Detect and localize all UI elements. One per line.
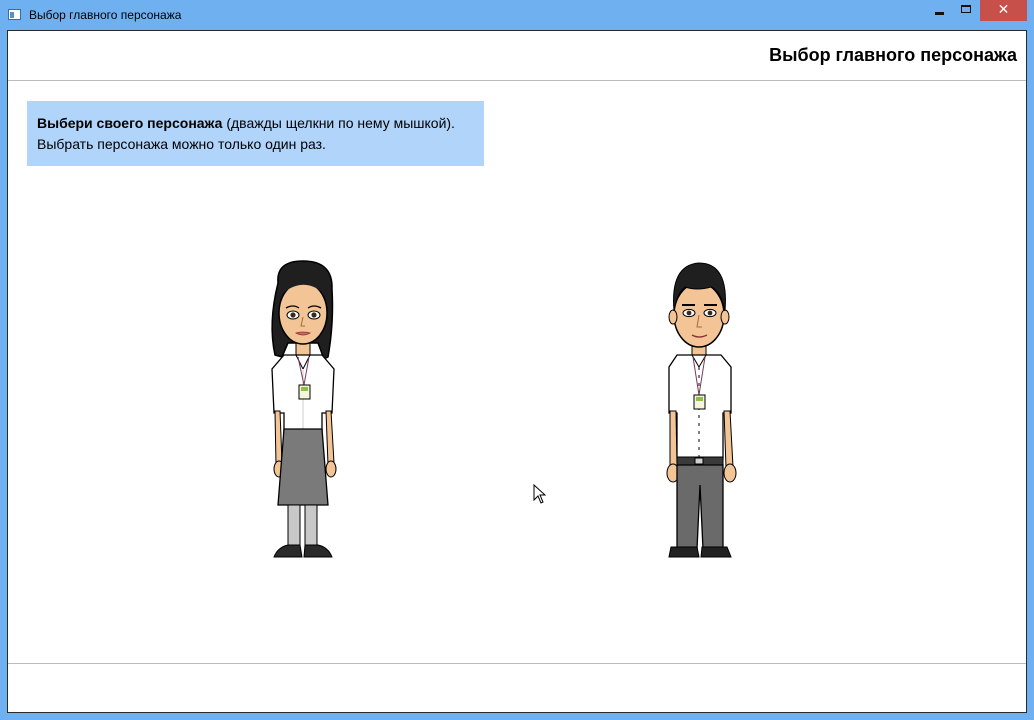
close-icon: ✕: [997, 2, 1010, 18]
female-character-icon: [271, 260, 337, 558]
app-window: Выбор главного персонажа ✕ Выбор главног…: [0, 0, 1034, 720]
main-content: Выбор главного персонажа Выбери своего п…: [7, 30, 1027, 713]
title-bar[interactable]: Выбор главного персонажа ✕: [0, 0, 1034, 30]
instructions-bold-text: Выбери своего персонажа: [37, 115, 223, 131]
instructions-panel: Выбери своего персонажа (дважды щелкни п…: [27, 101, 484, 166]
maximize-icon: [961, 5, 971, 13]
app-window-icon[interactable]: [8, 9, 21, 20]
window-title: Выбор главного персонажа: [29, 8, 182, 22]
maximize-button[interactable]: [953, 0, 980, 21]
minimize-icon: [935, 12, 944, 15]
page-header: Выбор главного персонажа: [8, 31, 1026, 81]
male-character[interactable]: [655, 253, 745, 559]
page-footer: [8, 663, 1026, 713]
female-character[interactable]: [248, 253, 358, 559]
male-character-icon: [666, 262, 737, 558]
instructions-line-2: Выбрать персонажа можно только один раз.: [37, 136, 326, 152]
page-title: Выбор главного персонажа: [769, 45, 1017, 65]
minimize-button[interactable]: [926, 0, 953, 21]
mouse-cursor-icon: [533, 484, 546, 504]
instructions-line-1: Выбери своего персонажа (дважды щелкни п…: [37, 113, 474, 134]
instructions-hint: (дважды щелкни по нему мышкой).: [222, 115, 455, 131]
close-button[interactable]: ✕: [980, 0, 1027, 21]
